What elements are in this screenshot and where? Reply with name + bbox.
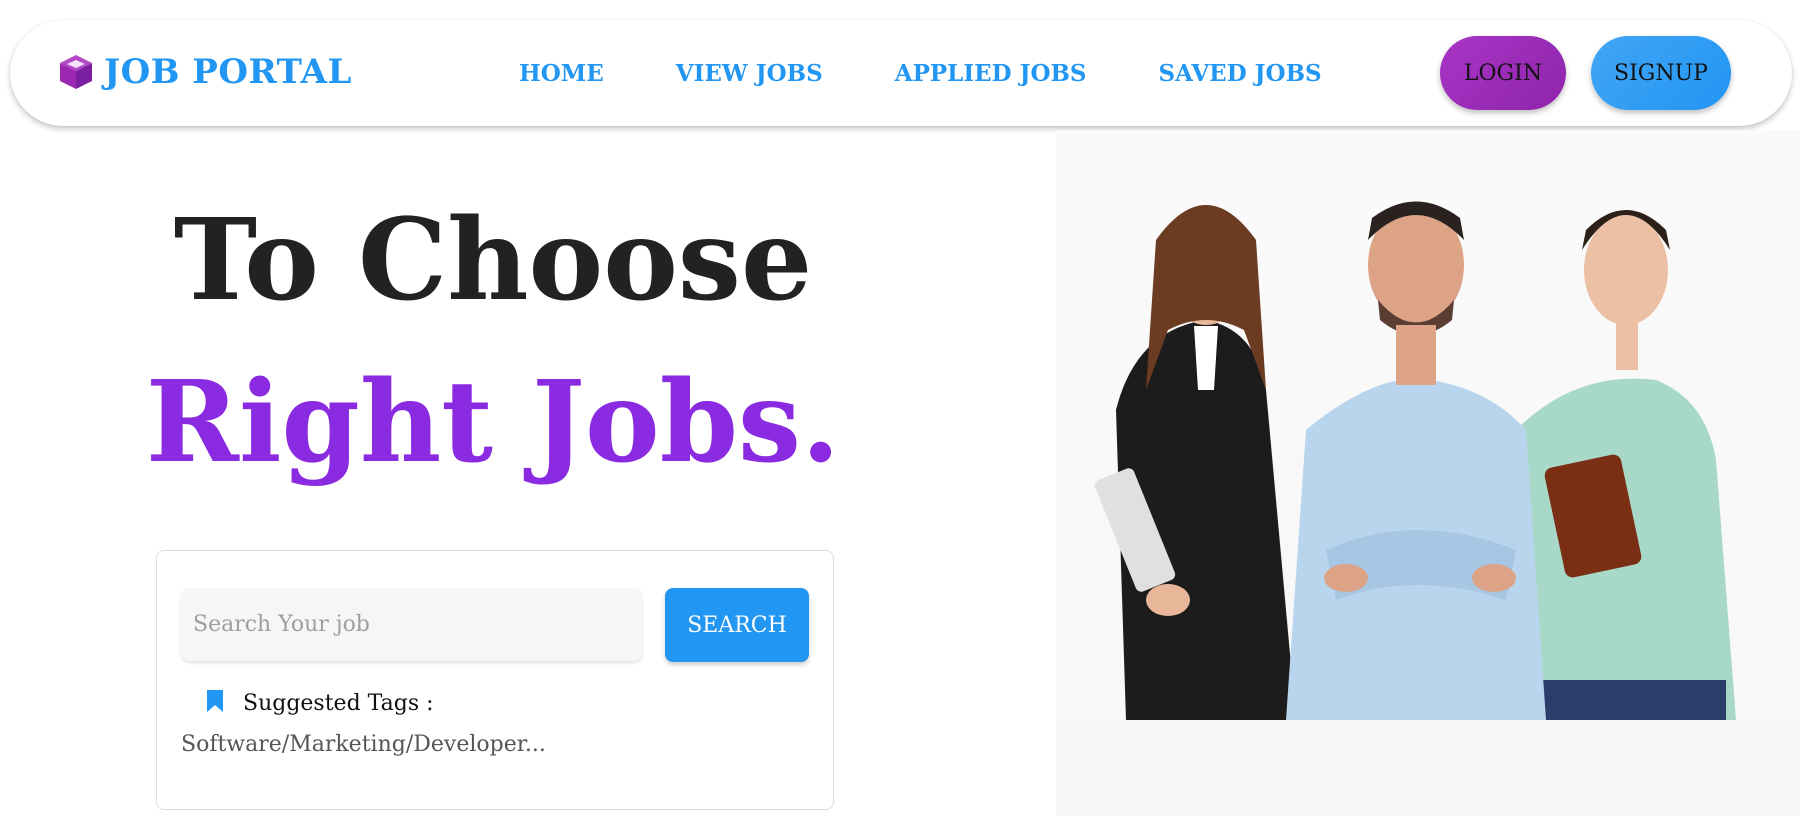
- suggested-tags-list[interactable]: Software/Marketing/Developer...: [181, 732, 801, 757]
- job-search-input[interactable]: [181, 588, 642, 661]
- hero-team-illustration: [1056, 130, 1800, 816]
- search-button[interactable]: SEARCH: [665, 588, 809, 662]
- nav-view-jobs[interactable]: VIEW JOBS: [676, 60, 823, 87]
- bookmark-icon: [205, 688, 225, 718]
- suggested-tags-label: Suggested Tags :: [243, 690, 434, 716]
- brand-name: JOB PORTAL: [104, 52, 352, 92]
- cube-icon: [58, 53, 94, 91]
- signup-button[interactable]: SIGNUP: [1591, 36, 1731, 110]
- navbar: JOB PORTAL HOME VIEW JOBS APPLIED JOBS S…: [10, 20, 1792, 126]
- main-nav: HOME VIEW JOBS APPLIED JOBS SAVED JOBS: [519, 60, 1394, 87]
- nav-applied-jobs[interactable]: APPLIED JOBS: [895, 60, 1087, 87]
- search-card: SEARCH Suggested Tags : Software/Marketi…: [156, 550, 834, 810]
- login-button[interactable]: LOGIN: [1440, 36, 1566, 110]
- brand[interactable]: JOB PORTAL: [58, 52, 352, 92]
- hero-heading-line1: To Choose: [173, 195, 813, 326]
- nav-home[interactable]: HOME: [519, 60, 604, 87]
- suggested-tags: Suggested Tags : Software/Marketing/Deve…: [181, 688, 801, 757]
- nav-saved-jobs[interactable]: SAVED JOBS: [1159, 60, 1322, 87]
- hero-heading-line2: Right Jobs.: [145, 357, 841, 488]
